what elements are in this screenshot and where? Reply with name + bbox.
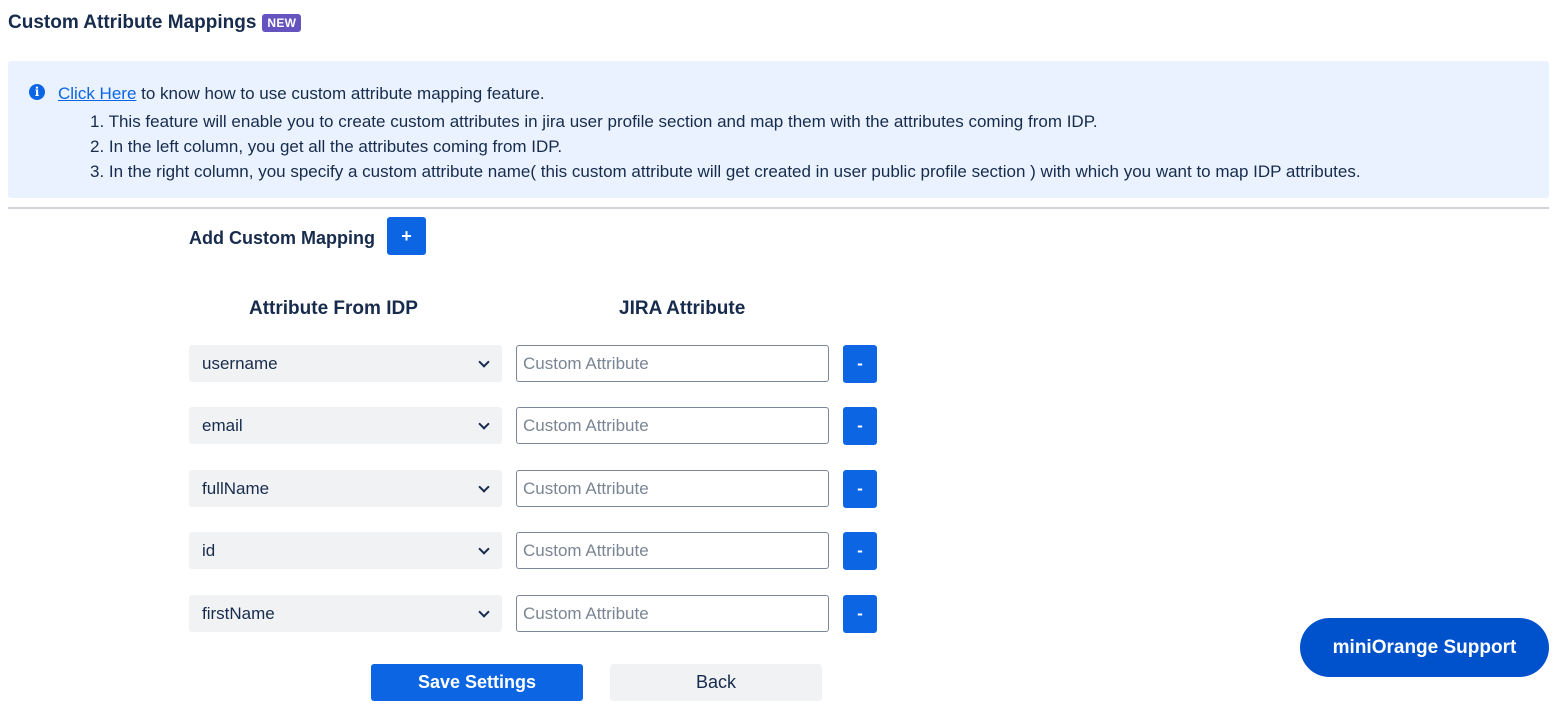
mapping-row: email - [189, 407, 889, 445]
idp-attribute-select[interactable]: firstName [189, 595, 502, 632]
mapping-row: firstName - [189, 595, 889, 633]
idp-attribute-value: firstName [202, 604, 275, 623]
remove-mapping-button[interactable]: - [843, 345, 877, 383]
section-divider [8, 207, 1549, 209]
info-intro: Click Here to know how to use custom att… [58, 84, 545, 104]
remove-mapping-button[interactable]: - [843, 470, 877, 508]
mapping-row: username - [189, 345, 889, 383]
idp-attribute-select[interactable]: email [189, 407, 502, 444]
mapping-row: fullName - [189, 470, 889, 508]
new-badge: NEW [262, 14, 302, 32]
page-title: Custom Attribute Mappings [8, 12, 257, 33]
idp-attribute-value: fullName [202, 479, 270, 498]
column-header-idp: Attribute From IDP [249, 298, 418, 319]
save-settings-button[interactable]: Save Settings [371, 664, 583, 701]
column-header-jira: JIRA Attribute [619, 298, 746, 319]
info-icon: i [29, 84, 45, 100]
click-here-link[interactable]: Click Here [58, 84, 136, 103]
info-intro-text: to know how to use custom attribute mapp… [136, 84, 545, 103]
idp-attribute-select[interactable]: id [189, 532, 502, 569]
jira-attribute-input[interactable] [516, 407, 829, 444]
custom-attribute-mappings-page: Custom Attribute Mappings NEW i Click He… [0, 0, 1558, 725]
mapping-row: id - [189, 532, 889, 570]
idp-attribute-value: email [202, 416, 243, 435]
info-point: 1. This feature will enable you to creat… [90, 112, 1098, 131]
info-points: 1. This feature will enable you to creat… [90, 109, 1361, 184]
idp-attribute-value: username [202, 354, 278, 373]
idp-attribute-select[interactable]: username [189, 345, 502, 382]
chevron-down-icon [478, 481, 490, 493]
chevron-down-icon [478, 606, 490, 618]
info-point: 2. In the left column, you get all the a… [90, 137, 563, 156]
chevron-down-icon [478, 356, 490, 368]
miniorange-support-button[interactable]: miniOrange Support [1300, 618, 1549, 677]
chevron-down-icon [478, 418, 490, 430]
idp-attribute-value: id [202, 541, 216, 560]
info-panel: i Click Here to know how to use custom a… [8, 61, 1549, 198]
jira-attribute-input[interactable] [516, 345, 829, 382]
remove-mapping-button[interactable]: - [843, 595, 877, 633]
idp-attribute-select[interactable]: fullName [189, 470, 502, 507]
chevron-down-icon [478, 543, 490, 555]
jira-attribute-input[interactable] [516, 532, 829, 569]
title-row: Custom Attribute Mappings NEW [8, 12, 302, 34]
back-button[interactable]: Back [610, 664, 822, 701]
info-point: 3. In the right column, you specify a cu… [90, 162, 1361, 181]
jira-attribute-input[interactable] [516, 595, 829, 632]
add-custom-mapping-label: Add Custom Mapping [189, 228, 375, 248]
add-mapping-button[interactable]: + [387, 217, 426, 255]
jira-attribute-input[interactable] [516, 470, 829, 507]
remove-mapping-button[interactable]: - [843, 407, 877, 445]
remove-mapping-button[interactable]: - [843, 532, 877, 570]
